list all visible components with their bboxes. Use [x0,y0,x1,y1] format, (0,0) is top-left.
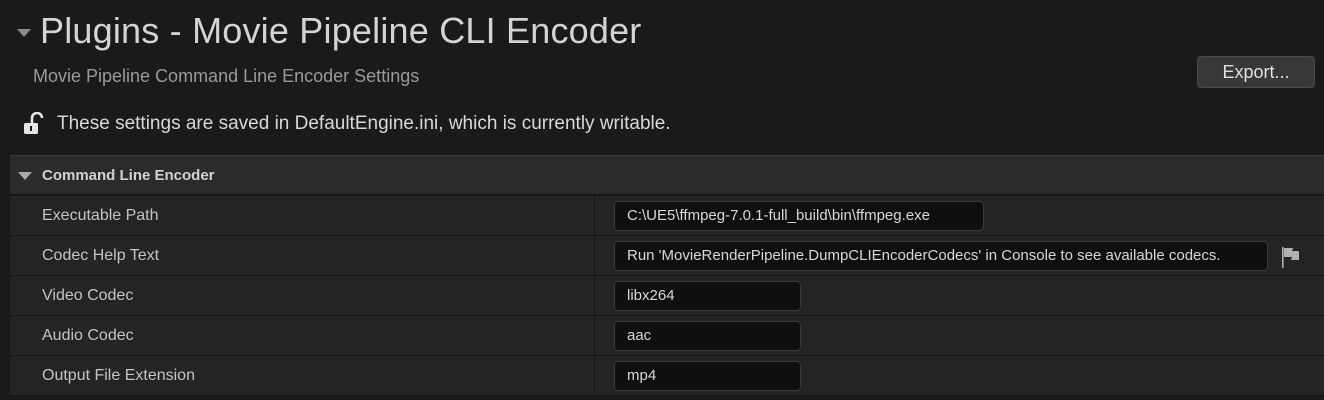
details-panel: Command Line Encoder Executable Path C:\… [10,155,1324,400]
column-divider[interactable] [594,236,595,276]
property-label: Audio Codec [42,327,134,344]
property-label: Executable Path [42,207,159,224]
page-subtitle: Movie Pipeline Command Line Encoder Sett… [33,66,420,86]
config-file-notice: These settings are saved in DefaultEngin… [57,113,671,134]
flag-icon[interactable] [1280,245,1302,269]
export-button[interactable]: Export... [1197,56,1315,88]
property-row-output-file-extension: Output File Extension mp4 [10,356,1324,396]
collapse-arrow-icon[interactable] [17,29,31,37]
column-divider[interactable] [594,276,595,316]
category-header-command-line-encoder[interactable]: Command Line Encoder [10,155,1324,195]
property-row-audio-codec: Audio Codec aac [10,316,1324,356]
settings-header: Plugins - Movie Pipeline CLI Encoder Mov… [0,0,1324,155]
executable-path-field[interactable]: C:\UE5\ffmpeg-7.0.1-full_build\bin\ffmpe… [614,201,984,231]
category-label: Command Line Encoder [42,167,215,184]
expand-arrow-icon[interactable] [18,172,32,180]
column-divider[interactable] [594,356,595,396]
codec-help-text-field[interactable]: Run 'MovieRenderPipeline.DumpCLIEncoderC… [614,241,1268,271]
property-label: Codec Help Text [42,247,160,264]
property-label: Output File Extension [42,367,195,384]
column-divider[interactable] [594,196,595,236]
page-title: Plugins - Movie Pipeline CLI Encoder [40,10,642,51]
property-label: Video Codec [42,287,134,304]
column-divider[interactable] [594,316,595,356]
output-file-extension-field[interactable]: mp4 [614,361,801,391]
property-row-video-codec: Video Codec libx264 [10,276,1324,316]
property-row-codec-help-text: Codec Help Text Run 'MovieRenderPipeline… [10,236,1324,276]
property-row-executable-path: Executable Path C:\UE5\ffmpeg-7.0.1-full… [10,196,1324,236]
video-codec-field[interactable]: libx264 [614,281,801,311]
unlocked-padlock-icon [24,112,44,134]
audio-codec-field[interactable]: aac [614,321,801,351]
